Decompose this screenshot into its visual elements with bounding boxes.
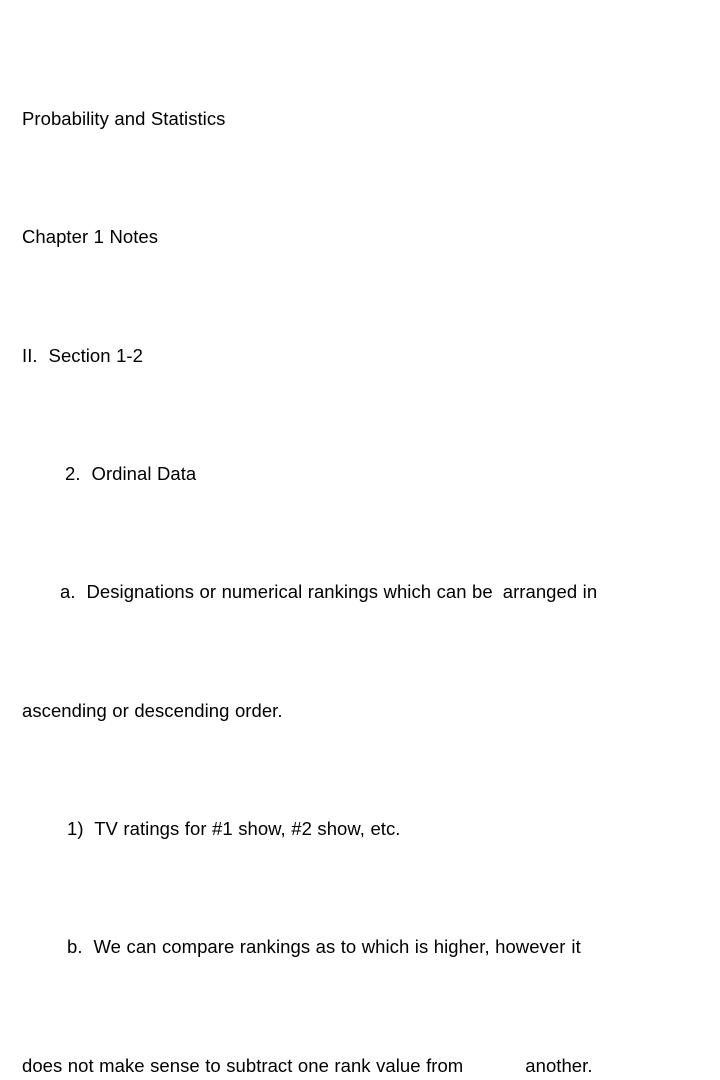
line-subtitle: Chapter 1 Notes (22, 226, 159, 248)
line-title: Probability and Statistics (22, 107, 226, 129)
line-item-subtract-rank: does not make sense to subtract one rank… (22, 1051, 712, 1080)
line-item-designations-tail: arranged in (502, 581, 598, 603)
line-item-subtract-rank-text: does not make sense to subtract one rank… (22, 1054, 464, 1076)
line-section-heading: II. Section 1-2 (22, 344, 143, 366)
line-item-compare-rankings-tail: it (571, 936, 581, 958)
line-item-subtract-rank-tail: another. (525, 1054, 593, 1076)
line-item-ordinal-data: 2. Ordinal Data (65, 462, 197, 484)
slide-canvas: Probability and Statistics Chapter 1 Not… (0, 0, 720, 1076)
line-item-designations: a. Designations or numerical rankings wh… (22, 577, 712, 607)
line-item-tv-ratings: 1) TV ratings for #1 show, #2 show, etc. (67, 818, 401, 840)
line-item-ascending-order: ascending or descending order. (22, 699, 283, 721)
line-item-designations-text: a. Designations or numerical rankings wh… (60, 581, 493, 603)
line-item-compare-rankings: b. We can compare rankings as to which i… (22, 932, 712, 962)
line-item-compare-rankings-text: b. We can compare rankings as to which i… (67, 936, 566, 958)
notes-text-block: Probability and Statistics Chapter 1 Not… (22, 15, 712, 1080)
